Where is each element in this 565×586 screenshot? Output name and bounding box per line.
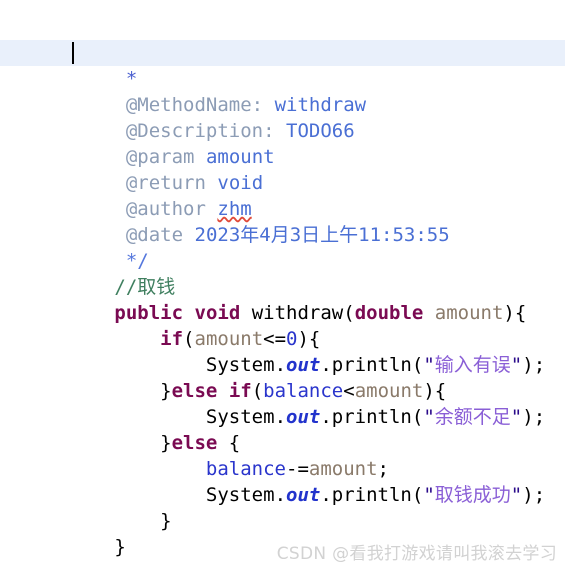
code-line[interactable]: @return void: [0, 144, 565, 194]
code-line-current[interactable]: *: [0, 40, 565, 90]
code-line[interactable]: }: [0, 508, 565, 558]
csdn-watermark: CSDN @看我打游戏请叫我滚去学习: [276, 544, 557, 564]
code-line[interactable]: @author zhm: [0, 170, 565, 220]
code-line[interactable]: System.out.println("余额不足");: [0, 378, 565, 428]
code-line[interactable]: if(amount<=0){: [0, 300, 565, 350]
code-line[interactable]: /**: [0, 14, 565, 64]
code-line[interactable]: }else if(balance<amount){: [0, 352, 565, 402]
code-line[interactable]: System.out.println("输入有误");: [0, 326, 565, 376]
code-line[interactable]: }else {: [0, 404, 565, 454]
code-line[interactable]: @date 2023年4月3日上午11:53:55: [0, 196, 565, 246]
code-line[interactable]: System.out.println("取钱成功");: [0, 456, 565, 506]
code-line[interactable]: balance-=amount;: [0, 430, 565, 480]
code-line[interactable]: public void withdraw(double amount){: [0, 274, 565, 324]
code-line[interactable]: */: [0, 222, 565, 272]
code-line[interactable]: }: [0, 0, 565, 14]
code-line[interactable]: @param amount: [0, 118, 565, 168]
code-line[interactable]: //取钱: [0, 248, 565, 298]
code-lines-container[interactable]: } /** * @MethodName: withdraw @Descripti…: [0, 0, 565, 558]
code-line[interactable]: @MethodName: withdraw: [0, 66, 565, 116]
code-line[interactable]: @Description: TODO66: [0, 92, 565, 142]
code-line-text: }: [68, 536, 126, 558]
code-editor[interactable]: } /** * @MethodName: withdraw @Descripti…: [0, 0, 565, 572]
code-line[interactable]: }: [0, 482, 565, 532]
